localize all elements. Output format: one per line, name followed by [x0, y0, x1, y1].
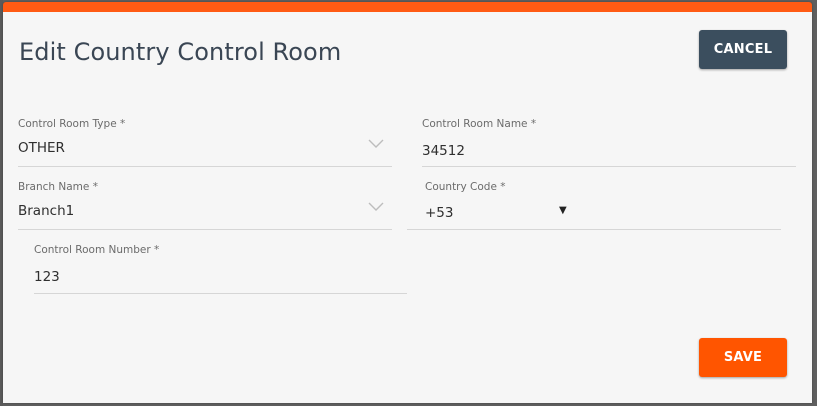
control-room-number-value: 123 — [34, 269, 60, 285]
branch-name-label: Branch Name * — [18, 181, 98, 193]
country-code-label: Country Code * — [425, 181, 506, 193]
country-code-value: +53 — [425, 205, 454, 221]
control-room-name-label: Control Room Name * — [422, 118, 537, 130]
caret-down-icon[interactable]: ▼ — [559, 205, 567, 216]
branch-name-select[interactable]: Branch Name * Branch1 — [18, 181, 392, 230]
control-room-type-value: OTHER — [18, 140, 65, 156]
control-room-number-field[interactable]: Control Room Number * 123 — [34, 244, 407, 294]
edit-country-control-room-dialog: Edit Country Control Room CANCEL Control… — [3, 2, 812, 403]
dialog-title: Edit Country Control Room — [19, 38, 342, 66]
control-room-type-select[interactable]: Control Room Type * OTHER — [18, 118, 392, 167]
control-room-type-label: Control Room Type * — [18, 118, 126, 130]
save-button[interactable]: SAVE — [699, 338, 787, 377]
cancel-button[interactable]: CANCEL — [699, 30, 787, 69]
chevron-down-icon[interactable] — [368, 202, 384, 212]
control-room-name-field[interactable]: Control Room Name * 34512 — [422, 118, 796, 167]
control-room-number-label: Control Room Number * — [34, 244, 160, 256]
country-code-select[interactable]: Country Code * +53 ▼ — [407, 181, 781, 230]
chevron-down-icon[interactable] — [368, 139, 384, 149]
branch-name-value: Branch1 — [18, 203, 75, 219]
control-room-name-value: 34512 — [422, 143, 465, 159]
